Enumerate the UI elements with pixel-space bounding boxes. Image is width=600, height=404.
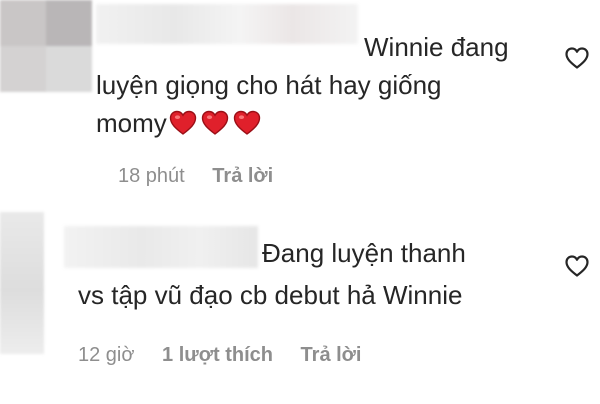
comment-meta: 18 phút Trả lời [118,164,295,188]
comment-text-line-1: Winnie đang [364,32,509,62]
comment-text-line-3-words: momy [96,108,167,138]
comment-time: 18 phút [118,165,185,187]
username-blurred[interactable] [96,4,358,44]
likes-count-link[interactable]: 1 lượt thích [162,344,273,366]
comment-time: 12 giờ [78,344,135,366]
reply-button[interactable]: Trả lời [301,344,362,366]
reply-button[interactable]: Trả lời [212,165,273,187]
heart-emojis [169,108,265,146]
comment-text-line-3: momy [96,104,265,146]
heart-outline-icon [565,47,589,69]
username-blurred[interactable] [64,226,258,268]
red-heart-emoji-icon [169,110,196,135]
red-heart-emoji-icon [201,110,228,135]
comment-text-line-2: vs tập vũ đạo cb debut hả Winnie [78,280,463,310]
avatar[interactable] [0,0,92,92]
comment-2: Đang luyện thanh vs tập vũ đạo cb debut … [0,212,600,404]
like-button[interactable] [564,46,590,70]
comment-text-line-2: luyện giọng cho hát hay giống [96,70,442,100]
red-heart-emoji-icon [233,110,260,135]
avatar[interactable] [0,212,44,354]
heart-outline-icon [565,255,589,277]
comment-text-line-1: Đang luyện thanh [262,238,466,268]
comment-meta: 12 giờ 1 lượt thích Trả lời [78,343,383,367]
like-button[interactable] [564,254,590,278]
comment-1: Winnie đang luyện giọng cho hát hay giốn… [0,0,600,200]
